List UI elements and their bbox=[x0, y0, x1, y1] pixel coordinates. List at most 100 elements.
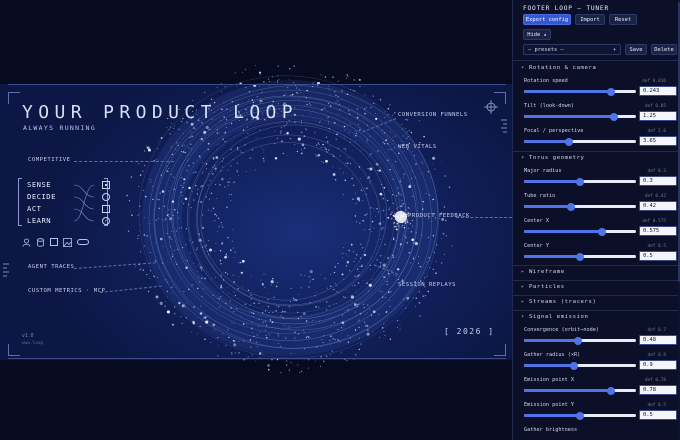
delete-button[interactable]: Delete bbox=[651, 44, 677, 55]
slider-thumb[interactable] bbox=[576, 411, 584, 420]
torus-particle bbox=[317, 142, 320, 144]
loop-stage: YOUR PRODUCT LOOP ALWAYS RUNNING COMPETI… bbox=[0, 0, 512, 440]
torus-particle bbox=[386, 283, 388, 286]
torus-particle bbox=[382, 209, 385, 212]
section-streams[interactable]: ▸ Streams (tracers) bbox=[521, 299, 596, 305]
torus-particle bbox=[432, 268, 434, 270]
slider-emission-x[interactable] bbox=[524, 386, 636, 395]
torus-particle bbox=[345, 265, 348, 267]
torus-particle bbox=[387, 114, 389, 116]
reset-button[interactable]: Reset bbox=[609, 14, 637, 25]
number-input-center-y[interactable]: 0.5 bbox=[639, 251, 677, 261]
torus-particle bbox=[201, 269, 203, 271]
torus-particle bbox=[185, 302, 187, 304]
torus-particle bbox=[184, 197, 188, 201]
panel-title: FOOTER LOOP — TUNER bbox=[523, 5, 609, 12]
slider-thumb[interactable] bbox=[570, 361, 579, 370]
torus-particle bbox=[166, 296, 168, 298]
torus-particle bbox=[392, 139, 394, 141]
slider-thumb[interactable] bbox=[576, 177, 584, 186]
save-button[interactable]: Save bbox=[625, 44, 647, 55]
slider-tilt[interactable] bbox=[524, 112, 636, 121]
slider-thumb[interactable] bbox=[576, 252, 584, 261]
slider-emission-y[interactable] bbox=[524, 411, 636, 420]
torus-particle bbox=[185, 306, 186, 308]
slider-thumb[interactable] bbox=[567, 202, 576, 211]
torus-particle bbox=[221, 224, 223, 226]
number-input-gather-radius[interactable]: 0.9 bbox=[639, 360, 677, 370]
chevron-right-icon: ▸ bbox=[521, 299, 525, 305]
torus-particle bbox=[232, 339, 235, 342]
slider-thumb[interactable] bbox=[607, 386, 616, 395]
torus-particle bbox=[155, 219, 158, 221]
hide-button[interactable]: Hide ▴ bbox=[523, 29, 551, 40]
torus-particle bbox=[355, 354, 357, 356]
number-input-focal[interactable]: 3.65 bbox=[639, 136, 677, 146]
torus-particle bbox=[249, 310, 251, 312]
section-signal-emission[interactable]: ▾ Signal emission bbox=[521, 314, 589, 320]
slider-tube-ratio[interactable] bbox=[524, 202, 636, 211]
torus-particle bbox=[169, 133, 171, 135]
torus-particle bbox=[228, 181, 230, 183]
section-torus-geometry[interactable]: ▾ Torus geometry bbox=[521, 155, 585, 161]
torus-particle bbox=[230, 249, 232, 251]
section-wireframe[interactable]: ▸ Wireframe bbox=[521, 269, 565, 275]
number-input-tilt[interactable]: 1.25 bbox=[639, 111, 677, 121]
slider-thumb[interactable] bbox=[564, 137, 573, 146]
number-input-convergence[interactable]: 0.48 bbox=[639, 335, 677, 345]
torus-particle bbox=[225, 344, 227, 347]
torus-particle bbox=[395, 275, 397, 277]
slider-focal[interactable] bbox=[524, 137, 636, 146]
torus-particle bbox=[218, 306, 221, 308]
torus-particle bbox=[347, 162, 349, 164]
slider-major-radius[interactable] bbox=[524, 177, 636, 186]
export-config-button[interactable]: Export config bbox=[523, 14, 571, 25]
presets-select[interactable]: — presets — ▾ bbox=[523, 44, 621, 55]
slider-rotation-speed[interactable] bbox=[524, 87, 636, 96]
torus-particle bbox=[207, 173, 209, 175]
torus-particle bbox=[389, 305, 391, 308]
number-input-center-x[interactable]: 0.575 bbox=[639, 226, 677, 236]
section-rotation-camera[interactable]: ▾ Rotation & camera bbox=[521, 65, 596, 71]
torus-particle bbox=[252, 332, 254, 334]
torus-particle bbox=[287, 87, 289, 89]
torus-particle bbox=[329, 145, 331, 147]
slider-center-y[interactable] bbox=[524, 252, 636, 261]
slider-label: Gather brightness bbox=[524, 427, 578, 433]
slider-thumb[interactable] bbox=[598, 227, 607, 236]
torus-particle bbox=[340, 327, 343, 329]
section-particles[interactable]: ▸ Particles bbox=[521, 284, 565, 290]
torus-particle bbox=[444, 253, 445, 255]
torus-particle bbox=[260, 74, 262, 76]
number-input-tube-ratio[interactable]: 0.42 bbox=[639, 201, 677, 211]
slider-center-x[interactable] bbox=[524, 227, 636, 236]
number-input-rotation-speed[interactable]: 0.243 bbox=[639, 86, 677, 96]
torus-particle bbox=[414, 242, 418, 246]
torus-particle bbox=[320, 146, 322, 148]
slider-gather-radius[interactable] bbox=[524, 361, 636, 370]
import-button[interactable]: Import bbox=[575, 14, 605, 25]
torus-particle bbox=[330, 335, 332, 337]
slider-thumb[interactable] bbox=[607, 87, 616, 96]
torus-particle bbox=[225, 302, 227, 304]
slider-thumb[interactable] bbox=[609, 112, 618, 121]
slider-label-emission-x: Emission point X bbox=[524, 377, 574, 383]
number-input-emission-y[interactable]: 0.5 bbox=[639, 410, 677, 420]
torus-particle bbox=[358, 326, 360, 329]
torus-particle bbox=[362, 303, 365, 306]
torus-particle bbox=[353, 79, 355, 81]
torus-particle bbox=[337, 80, 339, 82]
slider-convergence[interactable] bbox=[524, 336, 636, 345]
torus-particle bbox=[253, 302, 255, 305]
number-input-major-radius[interactable]: 0.3 bbox=[639, 176, 677, 186]
number-input-emission-x[interactable]: 0.78 bbox=[639, 385, 677, 395]
torus-particle bbox=[177, 211, 179, 213]
slider-thumb[interactable] bbox=[573, 336, 582, 345]
torus-particle bbox=[297, 333, 299, 335]
emission-particle bbox=[397, 215, 399, 217]
torus-particle bbox=[234, 352, 237, 354]
torus-particle bbox=[381, 301, 383, 303]
presets-value: — presets — bbox=[528, 46, 564, 53]
torus-particle bbox=[344, 322, 346, 323]
emission-particle bbox=[398, 225, 400, 227]
